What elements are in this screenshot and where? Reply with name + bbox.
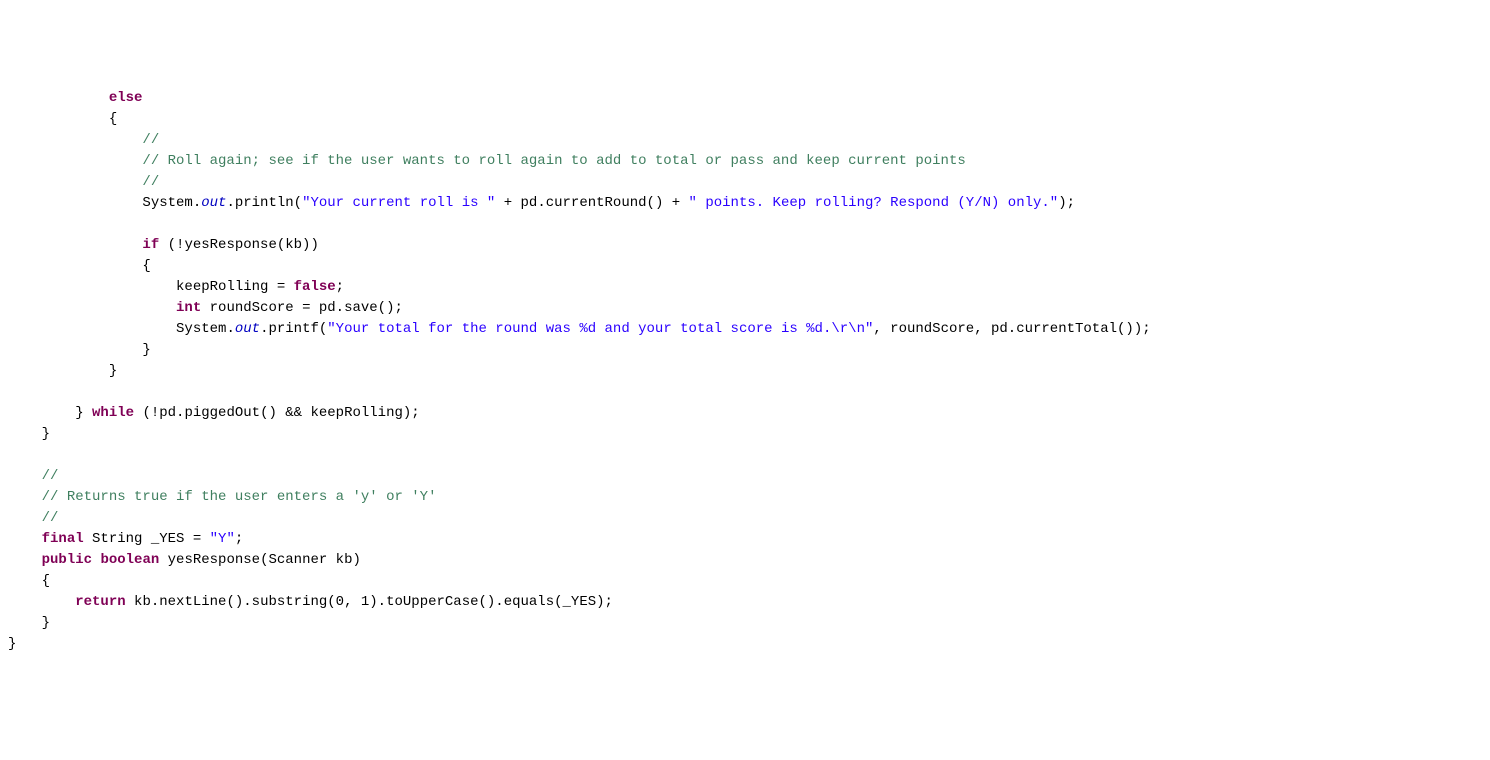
token-plain: kb.nextLine().substring(0, 1).toUpperCas… (126, 594, 613, 610)
token-comment: // Returns true if the user enters a 'y'… (42, 489, 437, 505)
code-editor[interactable]: else { // // Roll again; see if the user… (0, 84, 1490, 655)
code-line[interactable]: int roundScore = pd.save(); (0, 298, 1490, 319)
token-plain: { (109, 111, 117, 127)
token-plain: String _YES = (84, 531, 210, 547)
token-plain: roundScore = pd.save(); (201, 300, 403, 316)
code-line[interactable]: // (0, 172, 1490, 193)
code-line[interactable]: else (0, 88, 1490, 109)
code-line[interactable]: final String _YES = "Y"; (0, 529, 1490, 550)
code-line[interactable]: } (0, 340, 1490, 361)
token-plain: (!pd.piggedOut() && keepRolling); (134, 405, 420, 421)
token-kw: else (109, 90, 143, 106)
token-plain: } (42, 615, 50, 631)
token-plain: (!yesResponse(kb)) (159, 237, 319, 253)
token-str: "Your current roll is " (302, 195, 495, 211)
token-kw: boolean (100, 552, 159, 568)
token-plain: } (75, 405, 92, 421)
token-plain: ; (235, 531, 243, 547)
token-kw: while (92, 405, 134, 421)
code-line[interactable] (0, 214, 1490, 235)
code-line[interactable]: System.out.printf("Your total for the ro… (0, 319, 1490, 340)
code-line[interactable]: } (0, 424, 1490, 445)
code-line[interactable]: // (0, 466, 1490, 487)
token-plain: , roundScore, pd.currentTotal()); (873, 321, 1150, 337)
token-static-field: out (201, 195, 226, 211)
token-plain: { (142, 258, 150, 274)
token-kw: final (42, 531, 84, 547)
code-line[interactable]: } while (!pd.piggedOut() && keepRolling)… (0, 403, 1490, 424)
token-comment: // Roll again; see if the user wants to … (142, 153, 965, 169)
token-plain: { (42, 573, 50, 589)
token-kw: if (142, 237, 159, 253)
token-static-field: out (235, 321, 260, 337)
token-plain: } (42, 426, 50, 442)
token-comment: // (142, 132, 159, 148)
code-line[interactable]: } (0, 361, 1490, 382)
code-line[interactable]: if (!yesResponse(kb)) (0, 235, 1490, 256)
code-line[interactable] (0, 382, 1490, 403)
code-line[interactable]: { (0, 256, 1490, 277)
token-plain: .printf( (260, 321, 327, 337)
token-comment: // (42, 510, 59, 526)
code-line[interactable]: // (0, 130, 1490, 151)
code-line[interactable]: // (0, 508, 1490, 529)
code-line[interactable]: { (0, 109, 1490, 130)
token-plain: yesResponse(Scanner kb) (159, 552, 361, 568)
token-kw: int (176, 300, 201, 316)
token-plain: System. (142, 195, 201, 211)
code-line[interactable] (0, 445, 1490, 466)
token-plain: } (8, 636, 16, 652)
token-plain: ); (1058, 195, 1075, 211)
code-line[interactable]: return kb.nextLine().substring(0, 1).toU… (0, 592, 1490, 613)
token-str: "Your total for the round was %d and you… (327, 321, 873, 337)
token-plain: keepRolling = (176, 279, 294, 295)
code-line[interactable]: // Returns true if the user enters a 'y'… (0, 487, 1490, 508)
token-plain: ; (336, 279, 344, 295)
code-line[interactable]: { (0, 571, 1490, 592)
code-line[interactable]: System.out.println("Your current roll is… (0, 193, 1490, 214)
token-str: " points. Keep rolling? Respond (Y/N) on… (689, 195, 1059, 211)
token-comment: // (42, 468, 59, 484)
token-comment: // (142, 174, 159, 190)
token-plain: .println( (226, 195, 302, 211)
code-line[interactable]: public boolean yesResponse(Scanner kb) (0, 550, 1490, 571)
token-kw: return (75, 594, 125, 610)
code-line[interactable]: } (0, 634, 1490, 655)
code-line[interactable]: keepRolling = false; (0, 277, 1490, 298)
token-plain: } (142, 342, 150, 358)
token-plain: } (109, 363, 117, 379)
token-str: "Y" (210, 531, 235, 547)
code-line[interactable]: // Roll again; see if the user wants to … (0, 151, 1490, 172)
token-plain: System. (176, 321, 235, 337)
token-kw: false (294, 279, 336, 295)
code-line[interactable]: } (0, 613, 1490, 634)
token-kw: public (42, 552, 92, 568)
token-plain: + pd.currentRound() + (495, 195, 688, 211)
